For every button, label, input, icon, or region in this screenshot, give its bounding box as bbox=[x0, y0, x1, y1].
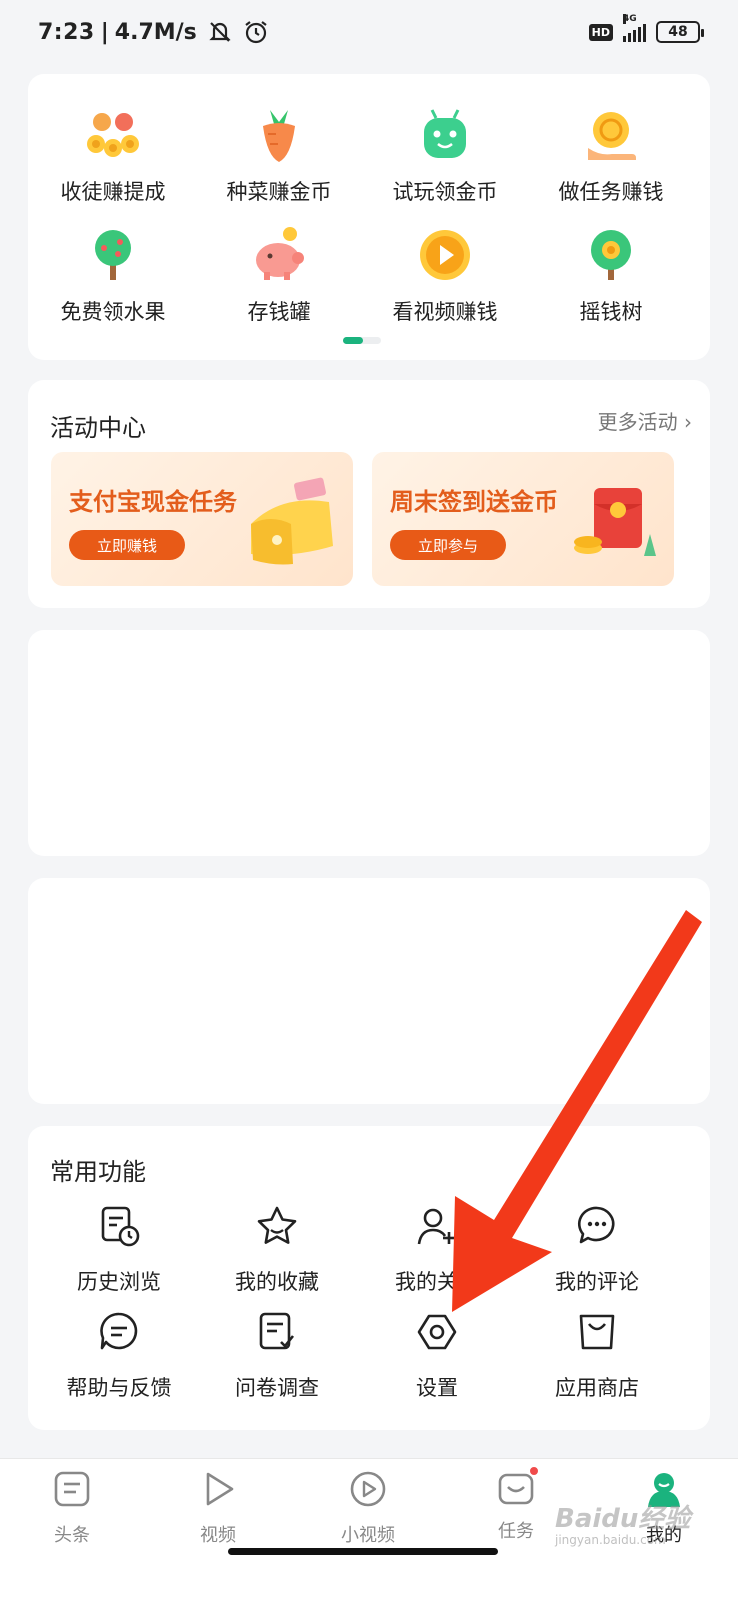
piggy-bank-icon bbox=[248, 224, 310, 286]
blank-content-card bbox=[28, 878, 710, 1104]
tab-headlines[interactable]: 头条 bbox=[12, 1469, 132, 1547]
android-icon bbox=[414, 104, 476, 166]
play-coin-icon bbox=[414, 224, 476, 286]
activity-center-card: 活动中心 更多活动 › 支付宝现金任务 立即赚钱 周末签到送金币 立即参与 bbox=[28, 380, 710, 608]
grid-item-plant[interactable]: 种菜赚金币 bbox=[194, 104, 364, 206]
join-now-button[interactable]: 立即参与 bbox=[390, 530, 506, 560]
grid-item-recruit[interactable]: 收徒赚提成 bbox=[28, 104, 198, 206]
history-button[interactable]: 历史浏览 bbox=[34, 1204, 204, 1296]
earn-grid-card: 收徒赚提成 种菜赚金币 试玩领金币 做任务赚钱 免费领水果 存钱罐 看视频赚钱 … bbox=[28, 74, 710, 360]
shopping-bag-icon bbox=[579, 1314, 615, 1350]
baidu-watermark: Baidu经验 jingyan.baidu.com bbox=[555, 1504, 691, 1547]
coin-hand-icon bbox=[580, 104, 642, 166]
more-activities-link[interactable]: 更多活动 › bbox=[598, 406, 692, 435]
grid-item-piggy[interactable]: 存钱罐 bbox=[194, 224, 364, 326]
activity-title: 活动中心 bbox=[50, 414, 146, 442]
coins-people-icon bbox=[82, 104, 144, 166]
tab-short-video[interactable]: 小视频 bbox=[308, 1469, 428, 1547]
mute-icon bbox=[207, 19, 233, 45]
grid-item-trial[interactable]: 试玩领金币 bbox=[360, 104, 530, 206]
survey-button[interactable]: 问卷调查 bbox=[192, 1310, 362, 1402]
network-speed: 4.7M/s bbox=[114, 19, 197, 45]
blank-content-card bbox=[28, 630, 710, 856]
add-user-icon bbox=[417, 1208, 455, 1245]
short-video-icon bbox=[350, 1471, 386, 1507]
common-functions-card: 常用功能 历史浏览 我的收藏 我的关注 我的评论 帮助与反馈 问卷调查 设置 应… bbox=[28, 1126, 710, 1430]
comments-button[interactable]: 我的评论 bbox=[512, 1204, 682, 1296]
battery-level: 48 bbox=[668, 24, 688, 40]
comment-icon bbox=[578, 1206, 615, 1244]
home-indicator[interactable] bbox=[228, 1548, 498, 1555]
survey-icon bbox=[259, 1312, 295, 1350]
signal-icon: 4G bbox=[623, 14, 646, 42]
news-icon bbox=[54, 1471, 90, 1507]
earn-now-button[interactable]: 立即赚钱 bbox=[69, 530, 185, 560]
star-icon bbox=[257, 1206, 297, 1244]
carrot-icon bbox=[248, 104, 310, 166]
settings-icon bbox=[417, 1314, 457, 1350]
money-tree-icon bbox=[580, 224, 642, 286]
settings-button[interactable]: 设置 bbox=[352, 1310, 522, 1402]
video-icon bbox=[206, 1472, 234, 1506]
grid-item-fruit[interactable]: 免费领水果 bbox=[28, 224, 198, 326]
promo-title: 支付宝现金任务 bbox=[69, 488, 237, 516]
task-icon bbox=[496, 1465, 540, 1509]
favorites-button[interactable]: 我的收藏 bbox=[192, 1204, 362, 1296]
status-bar: 7:23 | 4.7M/s HD 4G 48 bbox=[0, 0, 738, 64]
grid-item-tasks[interactable]: 做任务赚钱 bbox=[526, 104, 696, 206]
feedback-icon bbox=[100, 1312, 138, 1350]
help-feedback-button[interactable]: 帮助与反馈 bbox=[34, 1310, 204, 1402]
promo-title: 周末签到送金币 bbox=[390, 488, 558, 516]
history-icon bbox=[101, 1206, 140, 1247]
status-time: 7:23 bbox=[38, 19, 95, 45]
following-button[interactable]: 我的关注 bbox=[352, 1204, 522, 1296]
promo-alipay-card[interactable]: 支付宝现金任务 立即赚钱 bbox=[51, 452, 353, 586]
red-envelope-icon bbox=[566, 474, 666, 578]
common-functions-title: 常用功能 bbox=[50, 1158, 146, 1186]
grid-item-money-tree[interactable]: 摇钱树 bbox=[526, 224, 696, 326]
notification-dot bbox=[528, 1465, 540, 1477]
app-store-button[interactable]: 应用商店 bbox=[512, 1310, 682, 1402]
promo-weekend-card[interactable]: 周末签到送金币 立即参与 bbox=[372, 452, 674, 586]
grid-item-video[interactable]: 看视频赚钱 bbox=[360, 224, 530, 326]
tree-icon bbox=[82, 224, 144, 286]
alarm-icon bbox=[243, 19, 269, 45]
page-indicator bbox=[343, 337, 381, 344]
wallet-icon bbox=[237, 470, 345, 578]
tab-video[interactable]: 视频 bbox=[158, 1469, 278, 1547]
battery-icon: 48 bbox=[656, 21, 704, 43]
hd-badge: HD bbox=[588, 23, 613, 41]
